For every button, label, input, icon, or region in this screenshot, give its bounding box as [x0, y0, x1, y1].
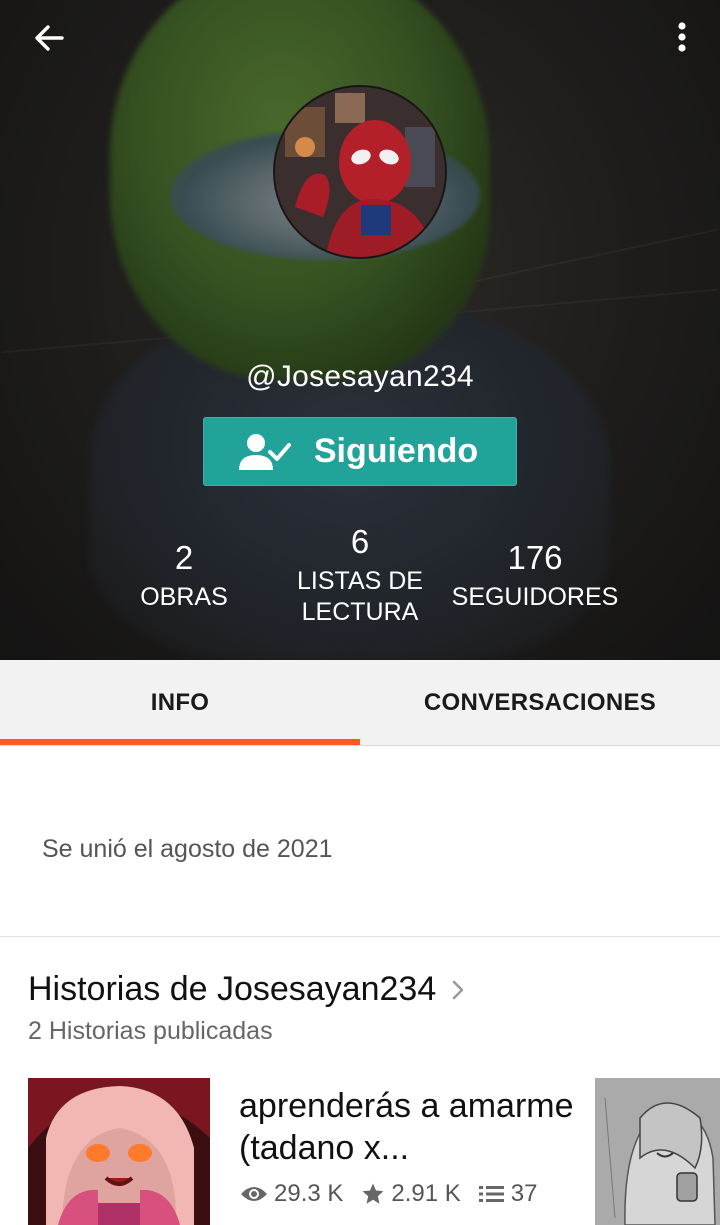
stat-works-label: OBRAS [140, 583, 228, 611]
list-icon [478, 1186, 504, 1202]
more-vert-icon[interactable] [670, 18, 694, 58]
avatar[interactable] [273, 85, 447, 259]
active-tab-indicator [0, 739, 360, 745]
story-reads-count: 29.3 K [274, 1180, 344, 1207]
stories-section-header[interactable]: Historias de Josesayan234 [28, 970, 468, 1009]
follow-check-icon [238, 433, 291, 470]
stat-reading-lists[interactable]: 6 LISTAS DE LECTURA [285, 525, 435, 628]
following-button-label: Siguiendo [313, 432, 479, 470]
stat-reading-lists-label: LISTAS DE LECTURA [297, 567, 423, 626]
avatar-image [275, 87, 445, 257]
story-cover[interactable] [28, 1078, 210, 1225]
following-button[interactable]: Siguiendo [203, 417, 517, 486]
joined-date: Se unió el agosto de 2021 [42, 835, 333, 863]
story-title[interactable]: aprenderás a amarme (tadano x... [239, 1085, 579, 1169]
story-stats: 29.3 K 2.91 K 37 [240, 1180, 555, 1208]
stat-followers[interactable]: 176 SEGUIDORES [440, 541, 630, 613]
star-icon [362, 1183, 384, 1204]
stat-followers-label: SEGUIDORES [451, 583, 619, 611]
story-votes: 2.91 K [361, 1180, 461, 1208]
stories-count: 2 Historias publicadas [28, 1017, 273, 1045]
tab-conversations[interactable]: CONVERSACIONES [360, 660, 720, 746]
story-cover-image [595, 1078, 720, 1225]
back-arrow-icon[interactable] [28, 18, 68, 58]
username: @Josesayan234 [246, 360, 474, 393]
story-reads: 29.3 K [240, 1180, 343, 1208]
tab-info[interactable]: INFO [0, 660, 360, 746]
section-divider [0, 936, 720, 937]
story-cover[interactable] [595, 1078, 720, 1225]
stat-followers-value: 176 [507, 539, 563, 576]
story-cover-image [28, 1078, 210, 1225]
stat-works-value: 2 [174, 539, 194, 576]
stories-section-title: Historias de Josesayan234 [28, 970, 437, 1008]
stat-works[interactable]: 2 OBRAS [120, 541, 248, 613]
eye-icon [241, 1187, 267, 1201]
profile-tabs: INFO CONVERSACIONES [0, 660, 720, 746]
story-parts-count: 37 [510, 1180, 538, 1207]
chevron-right-icon [452, 980, 464, 999]
story-votes-count: 2.91 K [391, 1180, 461, 1207]
stat-reading-lists-value: 6 [350, 523, 370, 560]
story-parts: 37 [478, 1180, 538, 1208]
